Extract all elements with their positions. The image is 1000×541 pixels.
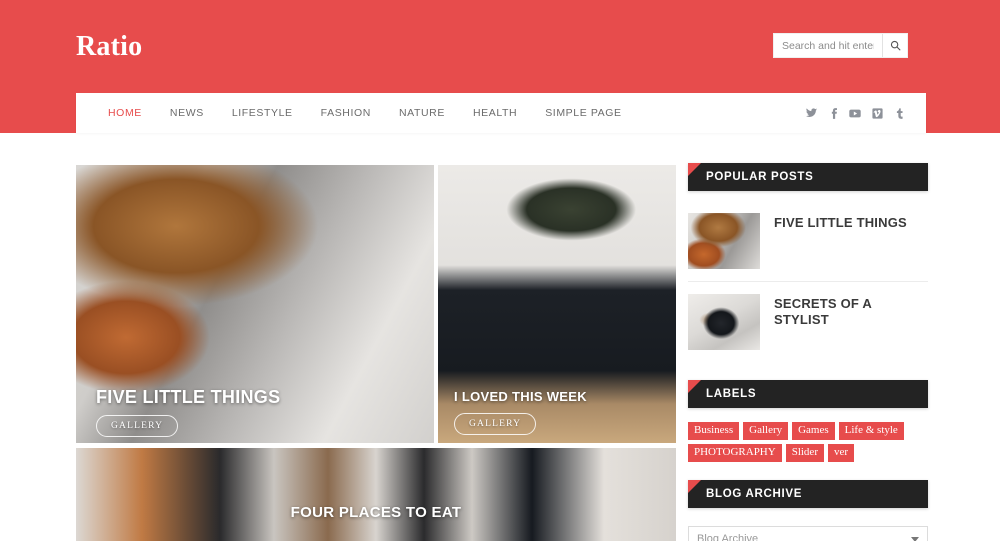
label-chip-photography[interactable]: PHOTOGRAPHY xyxy=(688,444,782,463)
widget-labels: LABELS Business Gallery Games Life & sty… xyxy=(688,380,928,463)
popular-post-thumbnail xyxy=(688,294,760,350)
vimeo-icon[interactable] xyxy=(866,102,888,124)
gallery-button-secondary[interactable]: GALLERY xyxy=(454,413,537,435)
label-chip-gallery[interactable]: Gallery xyxy=(743,422,789,441)
site-logo[interactable]: Ratio xyxy=(76,31,142,63)
featured-tile-wide[interactable]: FOUR PLACES TO EAT xyxy=(76,448,676,541)
featured-title-primary[interactable]: FIVE LITTLE THINGS xyxy=(96,387,280,408)
search-box[interactable] xyxy=(773,33,908,58)
blog-archive-select[interactable]: Blog Archive xyxy=(688,526,928,541)
popular-post-thumbnail xyxy=(688,213,760,269)
tumblr-icon[interactable] xyxy=(888,102,910,124)
page-root: Ratio HOME NEWS LIFESTYLE FASHION NATURE… xyxy=(0,0,1000,541)
list-item[interactable]: SECRETS OF A STYLIST xyxy=(688,282,928,362)
corner-accent-icon xyxy=(688,163,701,176)
popular-posts-title: POPULAR POSTS xyxy=(706,171,814,183)
youtube-icon[interactable] xyxy=(844,102,866,124)
social-links xyxy=(800,102,926,124)
popular-posts-list: FIVE LITTLE THINGS SECRETS OF A STYLIST xyxy=(688,191,928,362)
chevron-down-icon xyxy=(911,537,919,541)
blog-archive-header: BLOG ARCHIVE xyxy=(688,480,928,509)
nav-links: HOME NEWS LIFESTYLE FASHION NATURE HEALT… xyxy=(76,107,636,119)
search-input[interactable] xyxy=(774,34,882,57)
nav-item-health[interactable]: HEALTH xyxy=(459,107,531,119)
facebook-icon[interactable] xyxy=(822,102,844,124)
blog-archive-title: BLOG ARCHIVE xyxy=(706,488,803,501)
featured-image-wide xyxy=(76,448,676,541)
nav-item-fashion[interactable]: FASHION xyxy=(307,107,385,119)
label-chip-business[interactable]: Business xyxy=(688,422,740,441)
labels-header: LABELS xyxy=(688,380,928,408)
blog-archive-body: Blog Archive xyxy=(688,508,928,541)
label-chip-games[interactable]: Games xyxy=(792,422,835,441)
popular-post-title[interactable]: FIVE LITTLE THINGS xyxy=(774,213,907,231)
sidebar: POPULAR POSTS FIVE LITTLE THINGS SECRETS… xyxy=(688,163,928,541)
corner-accent-icon xyxy=(688,380,701,393)
search-button[interactable] xyxy=(882,34,907,57)
list-item[interactable]: FIVE LITTLE THINGS xyxy=(688,201,928,282)
labels-list: Business Gallery Games Life & style PHOT… xyxy=(688,408,928,463)
popular-posts-header: POPULAR POSTS xyxy=(688,163,928,191)
search-icon xyxy=(890,40,901,51)
featured-tile-secondary[interactable]: I LOVED THIS WEEK GALLERY xyxy=(438,165,676,443)
popular-post-title[interactable]: SECRETS OF A STYLIST xyxy=(774,294,928,329)
blog-archive-selected-value: Blog Archive xyxy=(697,533,759,541)
featured-grid: FIVE LITTLE THINGS GALLERY I LOVED THIS … xyxy=(76,165,676,541)
label-chip-life-style[interactable]: Life & style xyxy=(838,422,904,441)
nav-item-news[interactable]: NEWS xyxy=(156,107,218,119)
widget-popular-posts: POPULAR POSTS FIVE LITTLE THINGS SECRETS… xyxy=(688,163,928,362)
label-chip-slider[interactable]: Slider xyxy=(785,444,824,463)
label-chip-ver[interactable]: ver xyxy=(827,444,855,463)
gallery-button-primary[interactable]: GALLERY xyxy=(96,415,179,437)
nav-item-simple-page[interactable]: SIMPLE PAGE xyxy=(531,107,635,119)
featured-title-secondary[interactable]: I LOVED THIS WEEK xyxy=(454,389,587,404)
corner-accent-icon xyxy=(688,480,701,494)
featured-title-wide[interactable]: FOUR PLACES TO EAT xyxy=(76,504,676,521)
featured-tile-primary[interactable]: FIVE LITTLE THINGS GALLERY xyxy=(76,165,434,443)
widget-blog-archive: BLOG ARCHIVE Blog Archive xyxy=(688,480,928,541)
nav-item-lifestyle[interactable]: LIFESTYLE xyxy=(218,107,307,119)
nav-item-home[interactable]: HOME xyxy=(94,107,156,119)
main-navigation: HOME NEWS LIFESTYLE FASHION NATURE HEALT… xyxy=(76,93,926,133)
twitter-icon[interactable] xyxy=(800,102,822,124)
nav-item-nature[interactable]: NATURE xyxy=(385,107,459,119)
